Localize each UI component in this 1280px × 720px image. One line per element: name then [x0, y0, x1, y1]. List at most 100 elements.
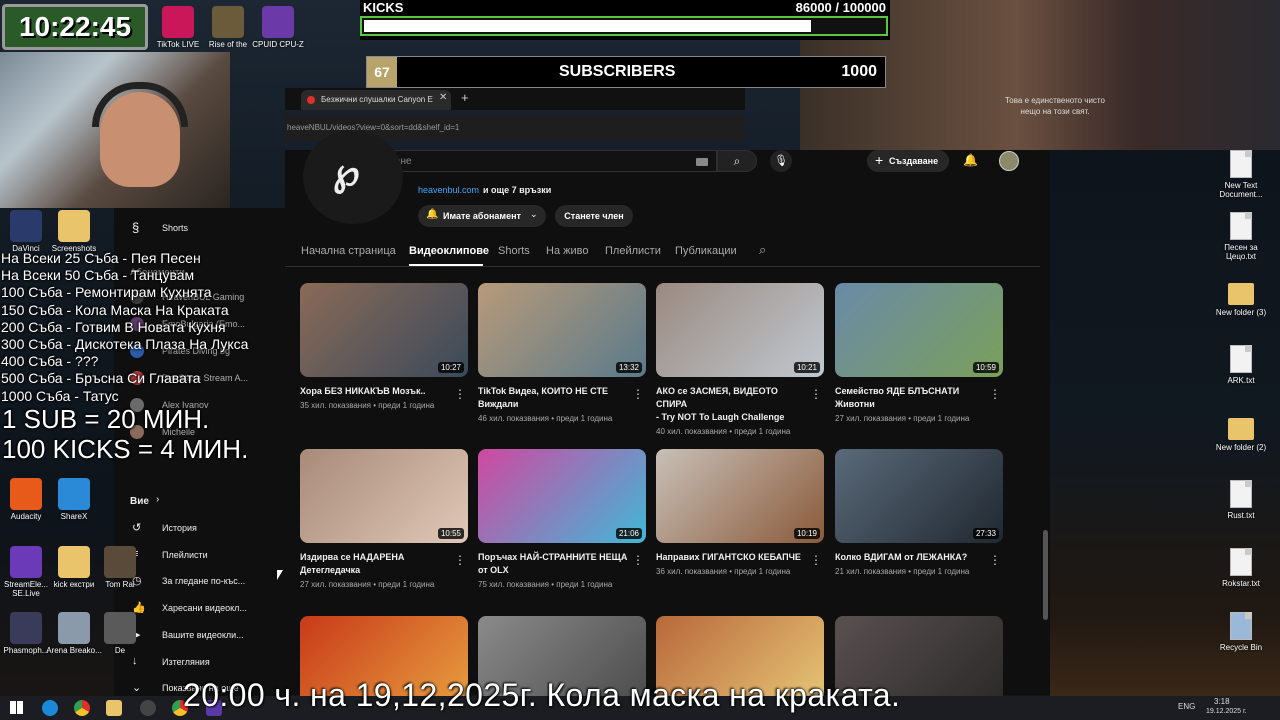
icon-label: Rokstar.txt: [1222, 579, 1260, 588]
subscribed-label: Имате абонамент: [443, 211, 521, 221]
desktop-icon[interactable]: Tom Rai: [92, 546, 148, 589]
desktop-icon-rise[interactable]: Rise of the: [200, 6, 256, 49]
desktop-icon-tiktok[interactable]: TikTok LIVE: [150, 6, 206, 49]
channel-search-icon[interactable]: ⌕: [759, 242, 766, 258]
sidebar-you-heading[interactable]: Вие: [130, 496, 149, 507]
sidebar-you-item[interactable]: Харесани видеокл...: [162, 603, 247, 613]
more-options-icon[interactable]: ⋮: [810, 553, 822, 567]
tab-videos[interactable]: Видеоклипове: [409, 245, 489, 257]
video-thumbnail[interactable]: 13:32: [478, 283, 646, 377]
create-label: Създаване: [889, 156, 939, 166]
sidebar-you-item[interactable]: Изтегляния: [162, 657, 210, 667]
video-title[interactable]: Издирва се НАДАРЕНА Детегледачка: [300, 551, 450, 577]
video-card[interactable]: 27:33 Колко ВДИГАМ от ЛЕЖАНКА? 21 хил. пок…: [835, 449, 1003, 576]
desktop-icon[interactable]: Песен за Цецо.txt: [1213, 212, 1269, 261]
more-options-icon[interactable]: ⋮: [632, 387, 644, 401]
video-thumbnail[interactable]: 27:33: [835, 449, 1003, 543]
video-card[interactable]: 10:19 Направих ГИГАНТСКО КЕБАПЧЕ 36 хил. п…: [656, 449, 824, 576]
video-title[interactable]: Направих ГИГАНТСКО КЕБАПЧЕ: [656, 551, 806, 564]
subathon-rule: На Всеки 50 Съба - Танцувам: [1, 267, 195, 284]
channel-link-more[interactable]: и още 7 връзки: [483, 185, 551, 195]
video-title[interactable]: Колко ВДИГАМ от ЛЕЖАНКА?: [835, 551, 985, 564]
tab-posts[interactable]: Публикации: [675, 245, 737, 257]
subathon-rule: 150 Съба - Кола Маска На Краката: [1, 301, 229, 318]
more-options-icon[interactable]: ⋮: [454, 387, 466, 401]
obs-icon[interactable]: [140, 700, 156, 716]
sidebar-you-item[interactable]: Вашите видеокли...: [162, 630, 244, 640]
search-icon: ⌕: [733, 154, 741, 168]
video-card[interactable]: 10:27 Хора БЕЗ НИКАКЪВ Мозък.. 35 хил. пок…: [300, 283, 468, 410]
desktop-icon[interactable]: Rokstar.txt: [1213, 548, 1269, 588]
sidebar-you-item[interactable]: За гледане по-къс...: [162, 576, 245, 586]
video-card[interactable]: 13:32 TikTok Видеа, КОИТО НЕ СТЕ Виждали 46…: [478, 283, 646, 423]
tray-time[interactable]: 3:18: [1214, 697, 1230, 706]
app-icon: [104, 546, 136, 578]
create-button[interactable]: + Създаване: [867, 150, 949, 172]
video-card[interactable]: 10:55 Издирва се НАДАРЕНА Детегледачка 27 х…: [300, 449, 468, 589]
video-duration: 13:32: [615, 362, 642, 373]
more-options-icon[interactable]: ⋮: [989, 553, 1001, 567]
video-title[interactable]: Поръчах НАЙ-СТРАННИТЕ НЕЩА от OLX: [478, 551, 628, 577]
file-explorer-icon[interactable]: [106, 700, 122, 716]
video-title[interactable]: Хора БЕЗ НИКАКЪВ Мозък..: [300, 385, 450, 398]
new-tab-icon[interactable]: +: [461, 90, 469, 105]
edge-icon[interactable]: [42, 700, 58, 716]
desktop-icon[interactable]: Recycle Bin: [1213, 612, 1269, 652]
notifications-bell-icon[interactable]: 🔔: [963, 153, 978, 167]
windows-start-icon[interactable]: [10, 701, 23, 714]
channel-link[interactable]: heavenbul.com: [418, 185, 479, 195]
more-options-icon[interactable]: ⋮: [632, 553, 644, 567]
more-options-icon[interactable]: ⋮: [989, 387, 1001, 401]
account-avatar[interactable]: [999, 151, 1019, 171]
video-thumbnail[interactable]: 10:55: [300, 449, 468, 543]
chrome-icon[interactable]: [74, 700, 90, 716]
browser-tab[interactable]: Безжични слушалки Canyon E: [301, 90, 451, 110]
video-meta: 35 хил. показвания • преди 1 година: [300, 401, 435, 410]
desktop-icon[interactable]: De: [92, 612, 148, 655]
scrollbar-thumb[interactable]: [1043, 530, 1048, 620]
more-options-icon[interactable]: ⋮: [454, 553, 466, 567]
voice-search-button[interactable]: 🎙: [770, 150, 792, 172]
tab-live[interactable]: На живо: [546, 245, 588, 257]
subathon-rule: 200 Съба - Готвим В Новата Кухня: [1, 318, 226, 335]
tab-playlists[interactable]: Плейлисти: [605, 245, 661, 257]
kick-rate: 100 KICKS = 4 МИН.: [2, 434, 249, 464]
sidebar-you-item[interactable]: История: [162, 523, 197, 533]
desktop-icon[interactable]: ShareX: [46, 478, 102, 521]
more-options-icon[interactable]: ⋮: [810, 387, 822, 401]
video-thumbnail[interactable]: 10:21: [656, 283, 824, 377]
search-box[interactable]: Търсене: [359, 150, 717, 172]
close-tab-icon[interactable]: ✕: [439, 92, 447, 103]
desktop-icon-cpuz[interactable]: CPUID CPU-Z: [250, 6, 306, 49]
desktop-icon[interactable]: New Text Document...: [1213, 150, 1269, 199]
desktop-icon[interactable]: ARK.txt: [1213, 345, 1269, 385]
video-thumbnail[interactable]: 21:06: [478, 449, 646, 543]
tray-language[interactable]: ENG: [1178, 702, 1195, 711]
address-url[interactable]: heaveNBUL/videos?view=0&sort=dd&shelf_id…: [287, 123, 459, 132]
video-title[interactable]: Семейство ЯДЕ БЛЪСНАТИ Животни: [835, 385, 985, 411]
desktop-icon[interactable]: Screenshots: [46, 210, 102, 253]
desktop-icon[interactable]: Rust.txt: [1213, 480, 1269, 520]
video-thumbnail[interactable]: 10:27: [300, 283, 468, 377]
tray-date[interactable]: 19.12.2025 г.: [1206, 708, 1247, 715]
screen: Това е единственото чисто нещо на този с…: [0, 0, 1280, 720]
video-thumbnail[interactable]: 10:19: [656, 449, 824, 543]
subscribed-button[interactable]: 🔔 Имате абонамент ⌄: [418, 205, 546, 227]
video-card[interactable]: 10:21 АКО се ЗАСМЕЯ, ВИДЕОТО СПИРА - Try N…: [656, 283, 824, 436]
tab-home[interactable]: Начална страница: [301, 245, 396, 257]
sidebar-item-shorts[interactable]: Shorts: [162, 223, 188, 233]
video-title[interactable]: АКО се ЗАСМЕЯ, ВИДЕОТО СПИРА - Try NOT To…: [656, 385, 806, 424]
desktop-icon[interactable]: New folder (2): [1213, 415, 1269, 452]
keyboard-icon[interactable]: [696, 158, 708, 166]
video-thumbnail[interactable]: 10:59: [835, 283, 1003, 377]
video-duration: 27:33: [972, 528, 999, 539]
sidebar-you-item[interactable]: Плейлисти: [162, 550, 208, 560]
video-card[interactable]: 10:59 Семейство ЯДЕ БЛЪСНАТИ Животни 27 хил…: [835, 283, 1003, 423]
join-button[interactable]: Станете член: [555, 205, 633, 227]
video-title[interactable]: TikTok Видеа, КОИТО НЕ СТЕ Виждали: [478, 385, 628, 411]
tab-shorts[interactable]: Shorts: [498, 245, 530, 257]
icon-label: ShareX: [60, 512, 88, 521]
desktop-icon[interactable]: New folder (3): [1213, 280, 1269, 317]
video-card[interactable]: 21:06 Поръчах НАЙ-СТРАННИТЕ НЕЩА от OLX 75 …: [478, 449, 646, 589]
search-button[interactable]: ⌕: [717, 150, 757, 172]
